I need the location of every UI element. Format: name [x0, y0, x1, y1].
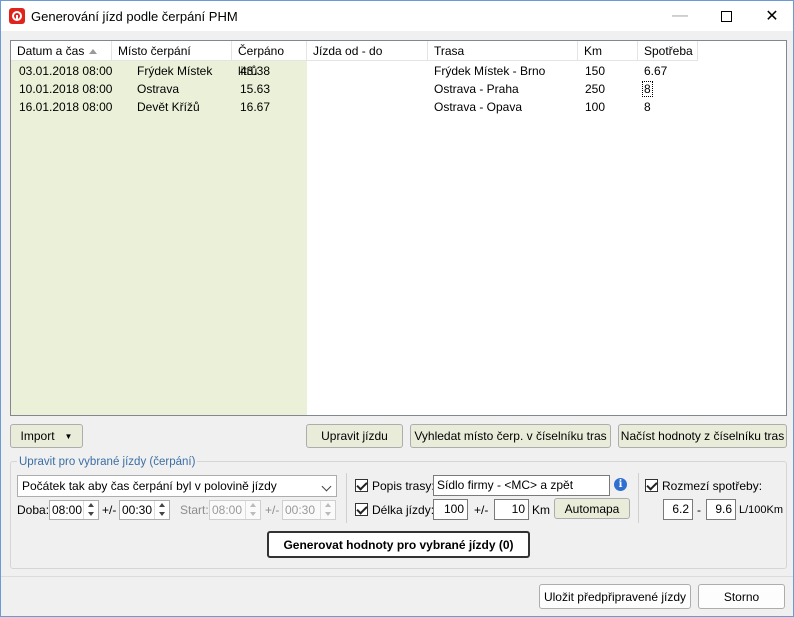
dialog-window: Generování jízd podle čerpání PHM — ✕ Da…: [0, 0, 794, 617]
maximize-icon: [720, 10, 732, 22]
generate-values-button[interactable]: Generovat hodnoty pro vybrané jízdy (0): [267, 531, 530, 558]
dropdown-arrow-icon: ▼: [64, 431, 73, 441]
start-tolerance-value: 00:30: [285, 503, 316, 517]
sort-ascending-icon: [89, 49, 97, 54]
trip-length-input[interactable]: 100: [433, 499, 468, 520]
duration-tolerance-label: +/-: [102, 503, 117, 517]
table-row-3-trasa[interactable]: Ostrava - Opava: [434, 98, 522, 116]
consumption-max-input[interactable]: 9.6: [706, 499, 736, 520]
info-icon[interactable]: i: [614, 478, 627, 491]
column-header-litru[interactable]: Čerpáno litrů: [232, 41, 307, 78]
table-row-2-spotreba[interactable]: 8: [642, 80, 653, 98]
close-button[interactable]: ✕: [749, 1, 794, 31]
start-tolerance-label: +/-: [265, 503, 280, 517]
spinner-arrows-icon[interactable]: [154, 501, 169, 519]
start-mode-select[interactable]: Počátek tak aby čas čerpání byl v polovi…: [17, 475, 337, 497]
bulk-edit-group-title: Upravit pro vybrané jízdy (čerpání): [17, 456, 198, 468]
table-row-1-misto[interactable]: Frýdek Místek: [137, 62, 212, 80]
duration-tolerance-spinner[interactable]: 00:30: [119, 500, 170, 520]
consumption-range-label: Rozmezí spotřeby:: [662, 479, 763, 493]
spinner-arrows-icon[interactable]: [320, 501, 335, 519]
table-row-2-datum[interactable]: 10.01.2018 08:00: [19, 80, 112, 98]
table-row-2-trasa[interactable]: Ostrava - Praha: [434, 80, 519, 98]
import-dropdown-button[interactable]: Import ▼: [10, 424, 83, 448]
window-title: Generování jízd podle čerpání PHM: [31, 9, 238, 24]
route-description-label: Popis trasy:: [372, 479, 435, 493]
import-label: Import: [20, 429, 55, 443]
trip-length-tolerance-label: +/-: [474, 503, 489, 517]
column-header-spotreba[interactable]: Spotřeba: [638, 41, 698, 61]
focused-cell-value: 8: [642, 81, 653, 97]
duration-value: 08:00: [52, 503, 83, 517]
table-row-3-litru[interactable]: 16.67: [240, 98, 270, 116]
duration-spinner[interactable]: 08:00: [49, 500, 99, 520]
table-row-3-spotreba[interactable]: 8: [644, 98, 651, 116]
column-header-trasa[interactable]: Trasa: [428, 41, 578, 61]
start-label: Start:: [180, 503, 209, 517]
spinner-arrows-icon[interactable]: [83, 501, 98, 519]
range-dash: -: [697, 503, 701, 517]
app-steering-wheel-icon: [9, 8, 25, 24]
edit-drive-button[interactable]: Upravit jízdu: [306, 424, 403, 448]
table-row-2-litru[interactable]: 15.63: [240, 80, 270, 98]
automapa-button[interactable]: Automapa: [554, 498, 630, 519]
table-row-3-misto[interactable]: Devět Křížů: [137, 98, 200, 116]
chevron-down-icon: [321, 481, 332, 492]
column-header-jizda[interactable]: Jízda od - do: [307, 41, 428, 61]
cancel-button[interactable]: Storno: [698, 584, 785, 609]
column-header-label: Datum a čas: [17, 44, 85, 58]
table-row-2-km[interactable]: 250: [585, 80, 605, 98]
route-description-checkbox[interactable]: [355, 479, 368, 492]
divider: [346, 473, 347, 523]
title-bar: Generování jízd podle čerpání PHM — ✕: [1, 1, 793, 31]
trip-length-checkbox[interactable]: [355, 503, 368, 516]
doba-label: Doba:: [17, 503, 50, 517]
table-row-1-km[interactable]: 150: [585, 62, 605, 80]
start-time-value: 08:00: [212, 503, 243, 517]
trip-length-tolerance-input[interactable]: 10: [494, 499, 529, 520]
column-header-km[interactable]: Km: [578, 41, 638, 61]
table-row-3-km[interactable]: 100: [585, 98, 605, 116]
column-header-misto[interactable]: Místo čerpání: [112, 41, 232, 61]
trip-length-label: Délka jízdy:: [372, 503, 435, 517]
minimize-button[interactable]: —: [657, 1, 703, 31]
spinner-arrows-icon[interactable]: [245, 501, 260, 519]
consumption-min-input[interactable]: 6.2: [663, 499, 693, 520]
table-row-1-trasa[interactable]: Frýdek Místek - Brno: [434, 62, 545, 80]
table-row-3-datum[interactable]: 16.01.2018 08:00: [19, 98, 112, 116]
divider: [638, 473, 639, 523]
duration-tolerance-value: 00:30: [122, 503, 153, 517]
maximize-button[interactable]: [703, 1, 749, 31]
table-row-1-datum[interactable]: 03.01.2018 08:00: [19, 62, 112, 80]
consumption-range-checkbox[interactable]: [645, 479, 658, 492]
table-row-1-spotreba[interactable]: 6.67: [644, 62, 667, 80]
drives-grid[interactable]: Datum a čas Místo čerpání Čerpáno litrů …: [10, 40, 787, 416]
start-tolerance-spinner[interactable]: 00:30: [282, 500, 336, 520]
consumption-unit-label: L/100Km: [739, 504, 784, 516]
column-header-datum[interactable]: Datum a čas: [11, 41, 112, 61]
table-row-1-litru[interactable]: 43.38: [240, 62, 270, 80]
load-route-values-button[interactable]: Načíst hodnoty z číselníku tras: [618, 424, 787, 448]
find-station-button[interactable]: Vyhledat místo čerp. v číselníku tras: [410, 424, 611, 448]
route-description-input[interactable]: Sídlo firmy - <MC> a zpět: [433, 475, 610, 496]
save-prepared-drives-button[interactable]: Uložit předpřipravené jízdy: [539, 584, 691, 609]
km-unit-label: Km: [532, 503, 550, 517]
table-row-2-misto[interactable]: Ostrava: [137, 80, 179, 98]
start-time-spinner[interactable]: 08:00: [209, 500, 261, 520]
start-mode-value: Počátek tak aby čas čerpání byl v polovi…: [22, 479, 277, 493]
